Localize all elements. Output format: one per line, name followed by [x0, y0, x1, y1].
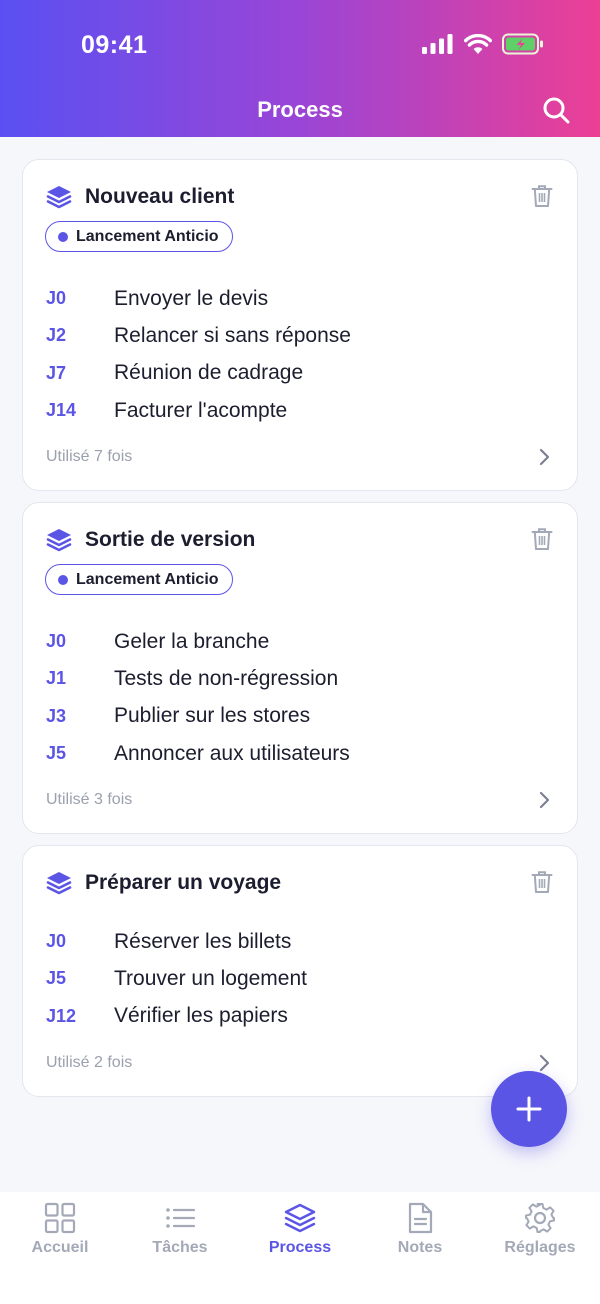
process-step: J7 Réunion de cadrage — [46, 355, 351, 392]
process-steps: J0 Réserver les billets J5 Trouver un lo… — [46, 923, 307, 1035]
layers-icon — [46, 872, 72, 895]
step-label: Réunion de cadrage — [114, 361, 304, 385]
step-day: J0 — [46, 631, 67, 652]
grid-icon — [44, 1202, 76, 1234]
process-card[interactable]: Nouveau client Lancement Anticio J0 Envo… — [22, 159, 578, 491]
step-label: Facturer l'acompte — [114, 398, 288, 422]
gear-icon — [525, 1203, 555, 1233]
process-tag: Lancement Anticio — [45, 221, 233, 252]
plus-icon — [516, 1096, 542, 1122]
step-label: Geler la branche — [114, 629, 270, 653]
trash-icon[interactable] — [531, 870, 553, 894]
status-icons — [422, 32, 544, 56]
tag-dot — [58, 231, 68, 242]
step-label: Annoncer aux utilisateurs — [114, 741, 350, 765]
tab-label: Tâches — [152, 1239, 208, 1256]
process-steps: J0 Geler la branche J1 Tests de non-régr… — [46, 623, 350, 772]
step-day: J14 — [46, 400, 77, 421]
step-label: Réserver les billets — [114, 929, 292, 953]
tab-process[interactable]: Process — [240, 1192, 360, 1304]
tab-notes[interactable]: Notes — [360, 1192, 480, 1304]
tab-bar: Accueil Tâches Process Notes Réglages — [0, 1192, 600, 1304]
step-day: J5 — [46, 743, 67, 764]
add-process-button[interactable] — [491, 1071, 567, 1147]
step-day: J5 — [46, 968, 67, 989]
process-tag: Lancement Anticio — [45, 564, 233, 595]
chevron-right-icon[interactable] — [537, 791, 551, 809]
tab-accueil[interactable]: Accueil — [0, 1192, 120, 1304]
page-title: Process — [257, 97, 343, 122]
tag-label: Lancement Anticio — [76, 570, 219, 588]
process-list: Nouveau client Lancement Anticio J0 Envo… — [22, 159, 578, 1108]
usage-count: Utilisé 3 fois — [46, 791, 133, 808]
app-header: 09:41 Process — [0, 0, 600, 137]
tab-reglages[interactable]: Réglages — [480, 1192, 600, 1304]
step-label: Vérifier les papiers — [114, 1004, 288, 1028]
step-label: Relancer si sans réponse — [114, 323, 351, 347]
process-card-header: Sortie de version — [46, 527, 255, 553]
process-step: J3 Publier sur les stores — [46, 698, 350, 735]
search-icon[interactable] — [542, 96, 570, 124]
tab-label: Process — [268, 1239, 332, 1256]
process-step: J14 Facturer l'acompte — [46, 392, 351, 429]
tab-label: Accueil — [31, 1239, 89, 1256]
tag-label: Lancement Anticio — [76, 227, 219, 245]
step-day: J7 — [46, 362, 67, 383]
step-label: Publier sur les stores — [114, 704, 311, 728]
wifi-icon — [464, 34, 492, 54]
process-card-header: Préparer un voyage — [46, 870, 281, 896]
chevron-right-icon[interactable] — [537, 448, 551, 466]
trash-icon[interactable] — [531, 527, 553, 551]
process-step: J5 Trouver un logement — [46, 960, 307, 997]
list-icon — [166, 1208, 196, 1228]
process-steps: J0 Envoyer le devis J2 Relancer si sans … — [46, 280, 351, 429]
tab-label: Réglages — [504, 1239, 576, 1256]
battery-icon — [502, 33, 543, 55]
process-step: J1 Tests de non-régression — [46, 660, 350, 697]
trash-icon[interactable] — [531, 184, 553, 208]
step-label: Envoyer le devis — [114, 286, 269, 310]
process-card[interactable]: Préparer un voyage J0 Réserver les bille… — [22, 845, 578, 1097]
tag-dot — [58, 574, 68, 585]
layers-icon — [284, 1203, 316, 1233]
step-day: J0 — [46, 931, 67, 952]
process-step: J0 Geler la branche — [46, 623, 350, 660]
process-step: J0 Envoyer le devis — [46, 280, 351, 317]
process-card[interactable]: Sortie de version Lancement Anticio J0 G… — [22, 502, 578, 834]
step-day: J2 — [46, 325, 67, 346]
process-title: Sortie de version — [85, 528, 256, 551]
tab-taches[interactable]: Tâches — [120, 1192, 240, 1304]
process-title: Préparer un voyage — [85, 871, 282, 894]
process-card-header: Nouveau client — [46, 184, 234, 210]
step-label: Tests de non-régression — [114, 666, 339, 690]
process-step: J0 Réserver les billets — [46, 923, 307, 960]
process-step: J5 Annoncer aux utilisateurs — [46, 735, 350, 772]
step-day: J1 — [46, 668, 67, 689]
process-step: J12 Vérifier les papiers — [46, 998, 307, 1035]
process-title: Nouveau client — [85, 185, 235, 208]
usage-count: Utilisé 7 fois — [46, 448, 133, 465]
step-day: J12 — [46, 1005, 77, 1026]
step-label: Trouver un logement — [114, 966, 307, 990]
step-day: J0 — [46, 288, 67, 309]
tab-label: Notes — [397, 1239, 443, 1256]
signal-icon — [422, 34, 453, 54]
status-time: 09:41 — [81, 31, 148, 59]
chevron-right-icon[interactable] — [537, 1054, 551, 1072]
document-icon — [408, 1202, 433, 1234]
layers-icon — [46, 529, 72, 552]
layers-icon — [46, 186, 72, 209]
usage-count: Utilisé 2 fois — [46, 1054, 133, 1071]
process-step: J2 Relancer si sans réponse — [46, 317, 351, 354]
step-day: J3 — [46, 705, 67, 726]
